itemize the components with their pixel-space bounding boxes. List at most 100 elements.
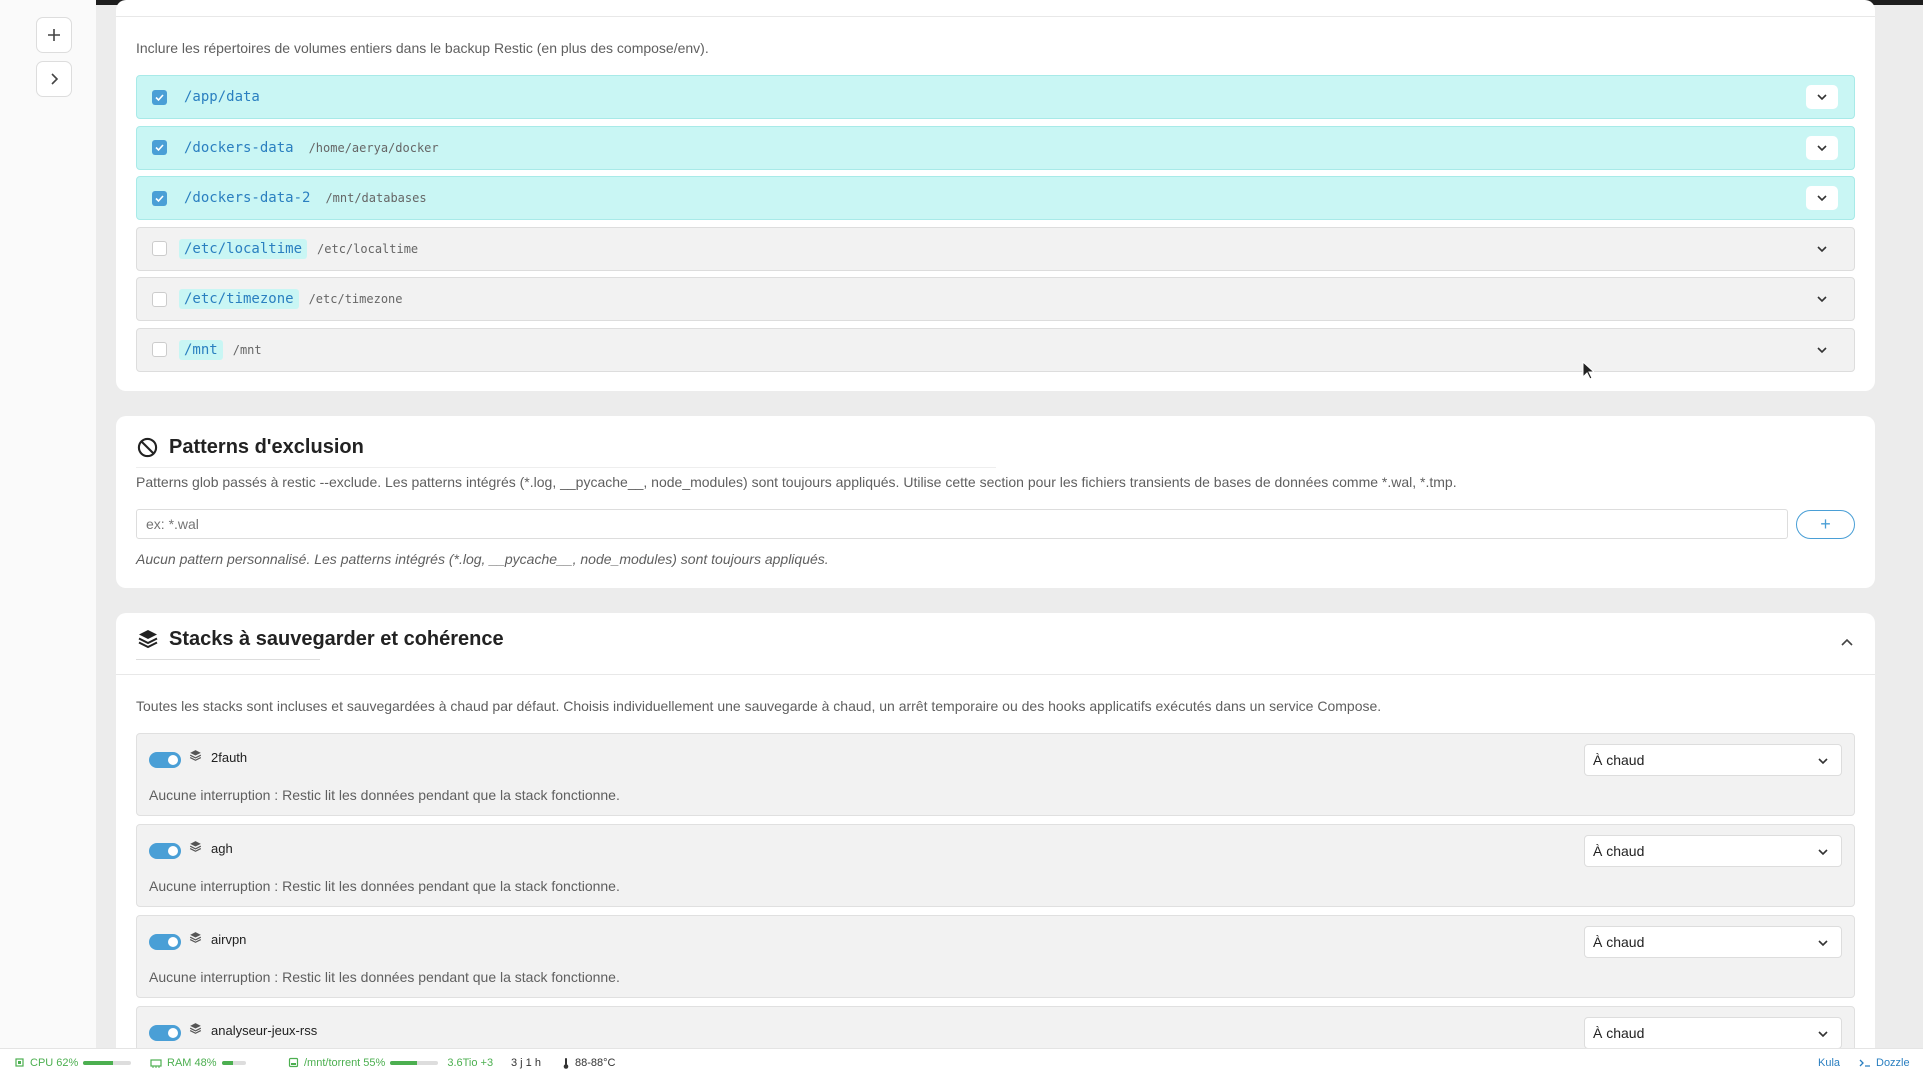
chevron-down-icon [1818, 758, 1828, 765]
volume-source: /home/aerya/docker [308, 140, 439, 155]
stack-note: Aucune interruption : Restic lit les don… [149, 969, 620, 985]
stack-layers-icon [189, 841, 202, 852]
divider [116, 674, 1875, 675]
chevron-up-icon[interactable] [1840, 636, 1854, 650]
chevron-right-icon [51, 73, 59, 85]
cpu-bar [83, 1060, 132, 1065]
volume-path: /app/data [184, 89, 260, 105]
backup-mode-select[interactable]: À chaud [1584, 835, 1842, 867]
stack-toggle[interactable] [149, 843, 181, 859]
title-underline [136, 467, 996, 468]
stacks-description: Toutes les stacks sont incluses et sauve… [136, 698, 1382, 714]
disk-icon [288, 1057, 299, 1068]
stack-layers-icon [189, 750, 202, 761]
exclusion-title: Patterns d'exclusion [169, 436, 364, 458]
thermometer-icon [563, 1057, 569, 1069]
expand-volume-button[interactable] [1806, 287, 1838, 311]
backup-mode-select[interactable]: À chaud [1584, 744, 1842, 776]
expand-volume-button[interactable] [1806, 135, 1838, 160]
chevron-down-icon [1817, 94, 1827, 101]
chevron-down-icon [1818, 1031, 1828, 1038]
volume-row[interactable]: /dockers-data-2/mnt/databases [136, 176, 1855, 220]
volume-source: /etc/localtime [317, 241, 419, 256]
backup-mode-select[interactable]: À chaud [1584, 926, 1842, 958]
backup-mode-value: À chaud [1593, 843, 1645, 859]
check-icon [155, 144, 164, 152]
chevron-down-icon [1817, 346, 1827, 353]
stack-name: analyseur-jeux-rss [211, 1023, 318, 1038]
volumes-description: Inclure les répertoires de volumes entie… [136, 40, 709, 56]
exclusion-empty-note: Aucun pattern personnalisé. Les patterns… [136, 551, 829, 567]
expand-volume-button[interactable] [1806, 186, 1838, 210]
chevron-down-icon [1818, 940, 1828, 947]
chevron-down-icon [1818, 849, 1828, 856]
stack-note: Aucune interruption : Restic lit les don… [149, 878, 620, 894]
add-button[interactable] [36, 17, 72, 53]
check-icon [155, 93, 164, 101]
volume-checkbox[interactable] [152, 342, 167, 357]
chevron-down-icon [1817, 245, 1827, 252]
stack-note: Aucune interruption : Restic lit les don… [149, 787, 620, 803]
stack-layers-icon [138, 630, 158, 649]
expand-volume-button[interactable] [1806, 85, 1838, 109]
volume-row[interactable]: /mnt/mnt [136, 327, 1855, 372]
volume-source: /mnt [232, 342, 262, 357]
ram-stat: RAM 48% [150, 1049, 246, 1075]
terminal-icon [1859, 1059, 1870, 1067]
pattern-input[interactable] [136, 509, 1788, 539]
volume-checkbox[interactable] [152, 291, 167, 307]
chevron-down-icon [1817, 296, 1827, 303]
volume-source: /etc/timezone [308, 292, 403, 306]
temp-stat: 88-88°C [562, 1049, 615, 1075]
disk-size: 3.6Tio +3 [447, 1056, 494, 1069]
uptime-label: 3 j 1 h [511, 1056, 541, 1069]
volume-checkbox[interactable] [152, 89, 167, 105]
stack-layers-icon [189, 1023, 202, 1034]
expand-volume-button[interactable] [1806, 237, 1838, 261]
stack-name: 2fauth [211, 750, 248, 765]
chevron-down-icon [1817, 144, 1827, 151]
stack-row: 2fauth Aucune interruption : Restic lit l… [136, 733, 1855, 816]
volume-source: /mnt/databases [325, 191, 427, 205]
stack-name: agh [211, 841, 233, 856]
divider [116, 16, 1875, 17]
add-pattern-button[interactable]: + [1796, 510, 1855, 539]
dozzle-link[interactable]: Dozzle [1859, 1049, 1910, 1075]
expand-button[interactable] [36, 61, 72, 97]
volume-path: /dockers-data [184, 139, 294, 156]
dozzle-label: Dozzle [1876, 1056, 1910, 1069]
volume-checkbox[interactable] [152, 140, 167, 155]
ram-bar [221, 1060, 246, 1065]
uptime-stat: 3 j 1 h [511, 1049, 541, 1075]
backup-mode-select[interactable]: À chaud [1584, 1017, 1842, 1049]
volume-row[interactable]: /dockers-data/home/aerya/docker [136, 125, 1855, 170]
volume-path: /dockers-data-2 [184, 190, 311, 206]
volume-path: /etc/timezone [179, 289, 299, 309]
volume-checkbox[interactable] [152, 190, 167, 206]
ban-icon [137, 437, 158, 458]
backup-mode-value: À chaud [1593, 752, 1645, 768]
memory-icon [150, 1058, 162, 1068]
cpu-stat: CPU 62% [14, 1049, 132, 1075]
exclusion-description: Patterns glob passés à restic --exclude.… [136, 474, 1457, 490]
ram-label: RAM 48% [167, 1056, 217, 1069]
stack-toggle[interactable] [149, 752, 181, 768]
kula-link[interactable]: Kula [1818, 1049, 1840, 1075]
check-icon [155, 194, 164, 202]
mouse-cursor-icon [1582, 361, 1594, 380]
disk-bar [390, 1060, 439, 1065]
backup-mode-value: À chaud [1593, 1025, 1645, 1041]
volume-row[interactable]: /app/data [136, 75, 1855, 119]
stack-toggle[interactable] [149, 1025, 181, 1041]
stacks-title: Stacks à sauvegarder et cohérence [169, 628, 504, 650]
expand-volume-button[interactable] [1806, 338, 1838, 362]
volume-checkbox[interactable] [152, 241, 167, 256]
chevron-down-icon [1817, 195, 1827, 202]
volume-path: /etc/localtime [179, 238, 308, 259]
stack-toggle[interactable] [149, 934, 181, 950]
disk-stat: /mnt/torrent 55% 3.6Tio +3 [288, 1049, 493, 1075]
stack-row: airvpn Aucune interruption : Restic lit l… [136, 915, 1855, 998]
volume-row[interactable]: /etc/timezone/etc/timezone [136, 277, 1855, 321]
cpu-label: CPU 62% [30, 1056, 79, 1069]
volume-row[interactable]: /etc/localtime/etc/localtime [136, 226, 1855, 271]
